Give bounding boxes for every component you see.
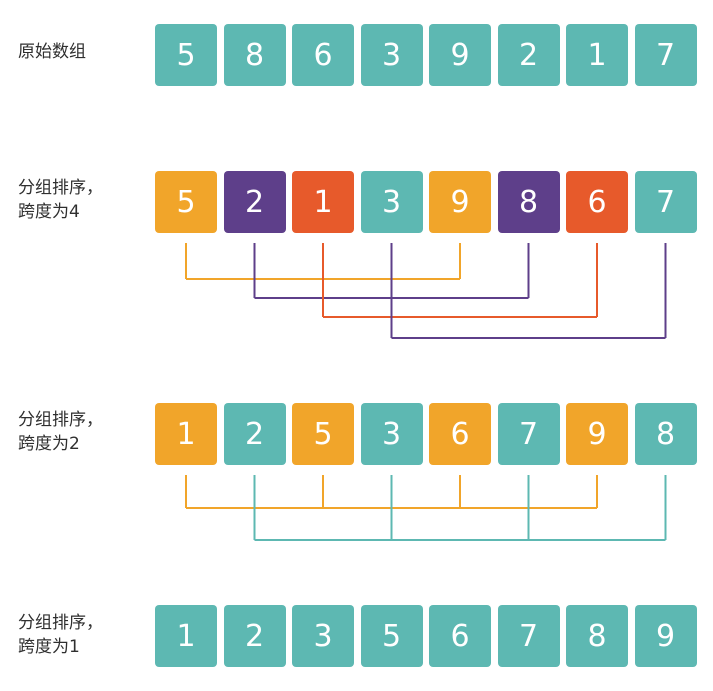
- group-connector-lines: [185, 243, 667, 541]
